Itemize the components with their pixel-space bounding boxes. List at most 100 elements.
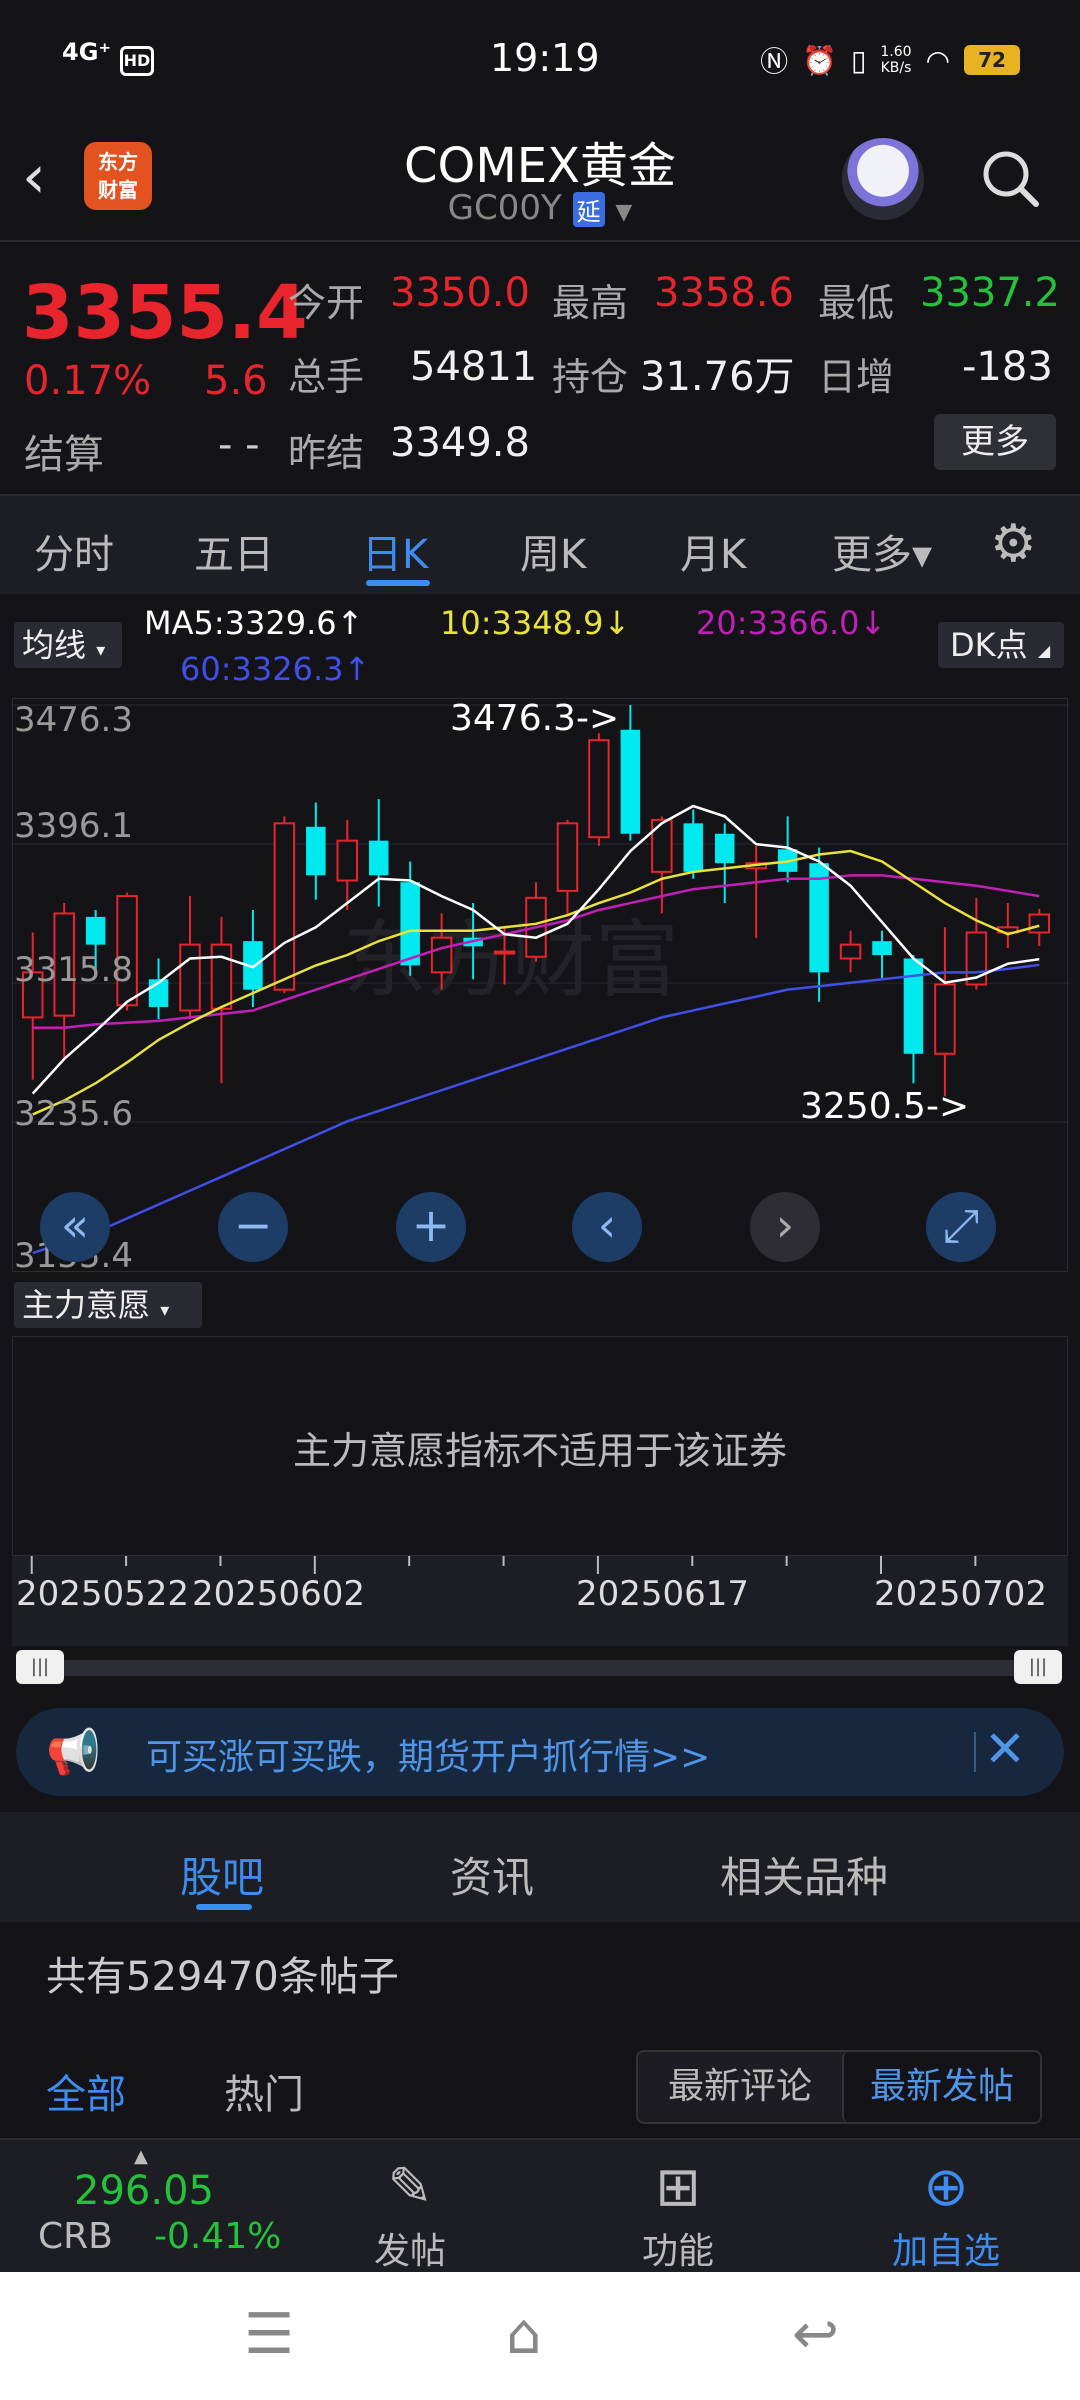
network-indicator: 4G⁺ [62,38,112,66]
indicator-select[interactable]: 主力意愿 ▾ [14,1282,202,1328]
grid-icon: ⊞ [655,2155,701,2218]
edit-icon: ✎ [387,2155,433,2218]
tab-underline [366,580,430,586]
candle [273,816,296,994]
high-label: 最高 [552,281,629,325]
nav-add-watch-label: 加自选 [891,2231,1000,2272]
x-tick: 20250617 [576,1574,750,1614]
wifi-icon: ◠ [925,43,950,77]
date-axis-ticks [30,1556,977,1574]
chevron-down-icon: ▾ [160,1300,170,1321]
period-tabs: 分时 五日 日K 周K 月K 更多▾ ⚙ [0,494,1080,594]
back-nav-icon[interactable]: ↩ [792,2302,839,2367]
candlestick-svg: 东方财富 [13,704,1069,1255]
high-annotation: 3476.3-> [450,698,620,739]
close-icon[interactable]: ✕ [984,1720,1026,1778]
low-label: 最低 [818,281,895,325]
clock: 19:19 [490,36,600,80]
status-icons: Ⓝ ⏰ ▯ 1.60 KB/s ◠ 72 [760,40,1020,80]
volume-value: 54811 [410,344,538,390]
last-price: 3355.4 [22,270,308,356]
tab-daily-k[interactable]: 日K [362,522,428,580]
ad-banner[interactable]: 📢 可买涨可买跌，期货开户抓行情>> ✕ [16,1708,1064,1796]
range-handle-left[interactable]: ||| [16,1650,64,1684]
tab-monthly-k[interactable]: 月K [680,522,746,580]
candle [148,958,169,1020]
tab-forum[interactable]: 股吧 [180,1844,264,1905]
nfc-icon: Ⓝ [760,45,789,78]
tab-intraday[interactable]: 分时 [34,522,114,580]
contract-code-text: GC00Y [447,188,562,228]
tab-underline [196,1904,252,1910]
daily-inc-value: -183 [962,344,1053,390]
candle [934,927,956,1097]
rewind-button[interactable]: « [40,1192,110,1262]
post-count: 共有529470条帖子 [46,1954,399,2000]
dk-point-button[interactable]: DK点 ◢ [938,622,1064,668]
low-value: 3337.2 [920,270,1060,316]
candle [306,802,326,900]
ma-select[interactable]: 均线 ▾ [14,622,122,668]
tab-five-day[interactable]: 五日 [194,522,274,580]
sort-latest-post[interactable]: 最新发帖 [842,2052,1040,2122]
content-tabs: 股吧 资讯 相关品种 [0,1812,1080,1922]
assistant-robot-icon[interactable] [842,138,924,220]
megaphone-icon: 📢 [46,1727,101,1778]
oi-value: 31.76万 [640,354,795,400]
price-change: 5.6 [204,358,268,404]
battery-icon: 72 [964,45,1020,75]
prev-settle-label: 昨结 [288,431,365,475]
x-tick: 20250522 [16,1574,190,1614]
candle [872,930,892,980]
ad-text: 可买涨可买跌，期货开户抓行情>> [146,1737,711,1778]
hd-badge: HD [120,46,154,76]
home-icon[interactable]: ⌂ [506,2302,542,2367]
status-bar: 4G⁺ HD 19:19 Ⓝ ⏰ ▯ 1.60 KB/s ◠ 72 [0,0,1080,120]
indicator-select-label: 主力意愿 [22,1286,151,1324]
daily-inc-label: 日增 [818,355,895,399]
zoom-out-button[interactable]: − [218,1192,288,1262]
crb-pct[interactable]: -0.41% [154,2216,281,2257]
fullscreen-button[interactable]: ⤢ [926,1192,996,1262]
candle [997,903,1019,949]
low-annotation: 3250.5-> [800,1086,970,1127]
filter-all[interactable]: 全部 [46,2062,126,2120]
filter-hot[interactable]: 热门 [224,2062,304,2120]
settle-label: 结算 [24,432,104,478]
candle [210,916,233,1084]
caret-up-icon: ▲ [134,2146,148,2167]
tab-news[interactable]: 资讯 [450,1844,534,1905]
scroll-left-button[interactable]: ‹ [572,1192,642,1262]
candle [620,705,641,841]
nav-functions-label: 功能 [641,2231,714,2272]
search-icon[interactable] [978,146,1042,210]
candlestick-chart[interactable]: 东方财富 [12,698,1069,1272]
range-slider-track[interactable] [20,1660,1060,1676]
range-handle-right[interactable]: ||| [1014,1650,1062,1684]
system-nav-bar: ☰ ⌂ ↩ [0,2272,1080,2400]
tab-weekly-k[interactable]: 周K [520,522,586,580]
app-header: ‹ 东方 财富 COMEX黄金 GC00Y 延 ▼ [0,120,1080,242]
candle [745,845,767,938]
candle [714,823,735,904]
nav-post[interactable]: ✎ 发帖 [330,2140,490,2274]
quote-panel: 3355.4 0.17% 5.6 结算 - - 今开 3350.0 最高 335… [0,244,1080,494]
nav-add-watch[interactable]: ⊕ 加自选 [866,2140,1026,2274]
nav-functions[interactable]: ⊞ 功能 [598,2140,758,2274]
scroll-right-button[interactable]: › [750,1192,820,1262]
candle [839,930,862,973]
y-tick: 3235.6 [14,1094,133,1134]
crb-name[interactable]: CRB [38,2216,113,2257]
tab-more[interactable]: 更多▾ [832,522,932,580]
sort-latest-comment[interactable]: 最新评论 [638,2052,842,2122]
crb-value[interactable]: 296.05 [74,2168,214,2214]
more-button[interactable]: 更多 [934,414,1056,470]
menu-icon[interactable]: ☰ [244,2302,294,2367]
zoom-in-button[interactable]: + [396,1192,466,1262]
alarm-icon: ⏰ [802,43,837,77]
tab-related[interactable]: 相关品种 [720,1844,888,1905]
chevron-down-icon: ▾ [96,640,106,661]
volume-label: 总手 [288,355,365,399]
gear-icon[interactable]: ⚙ [990,514,1037,574]
ma5-legend: MA5:3329.6↑ [144,604,364,642]
